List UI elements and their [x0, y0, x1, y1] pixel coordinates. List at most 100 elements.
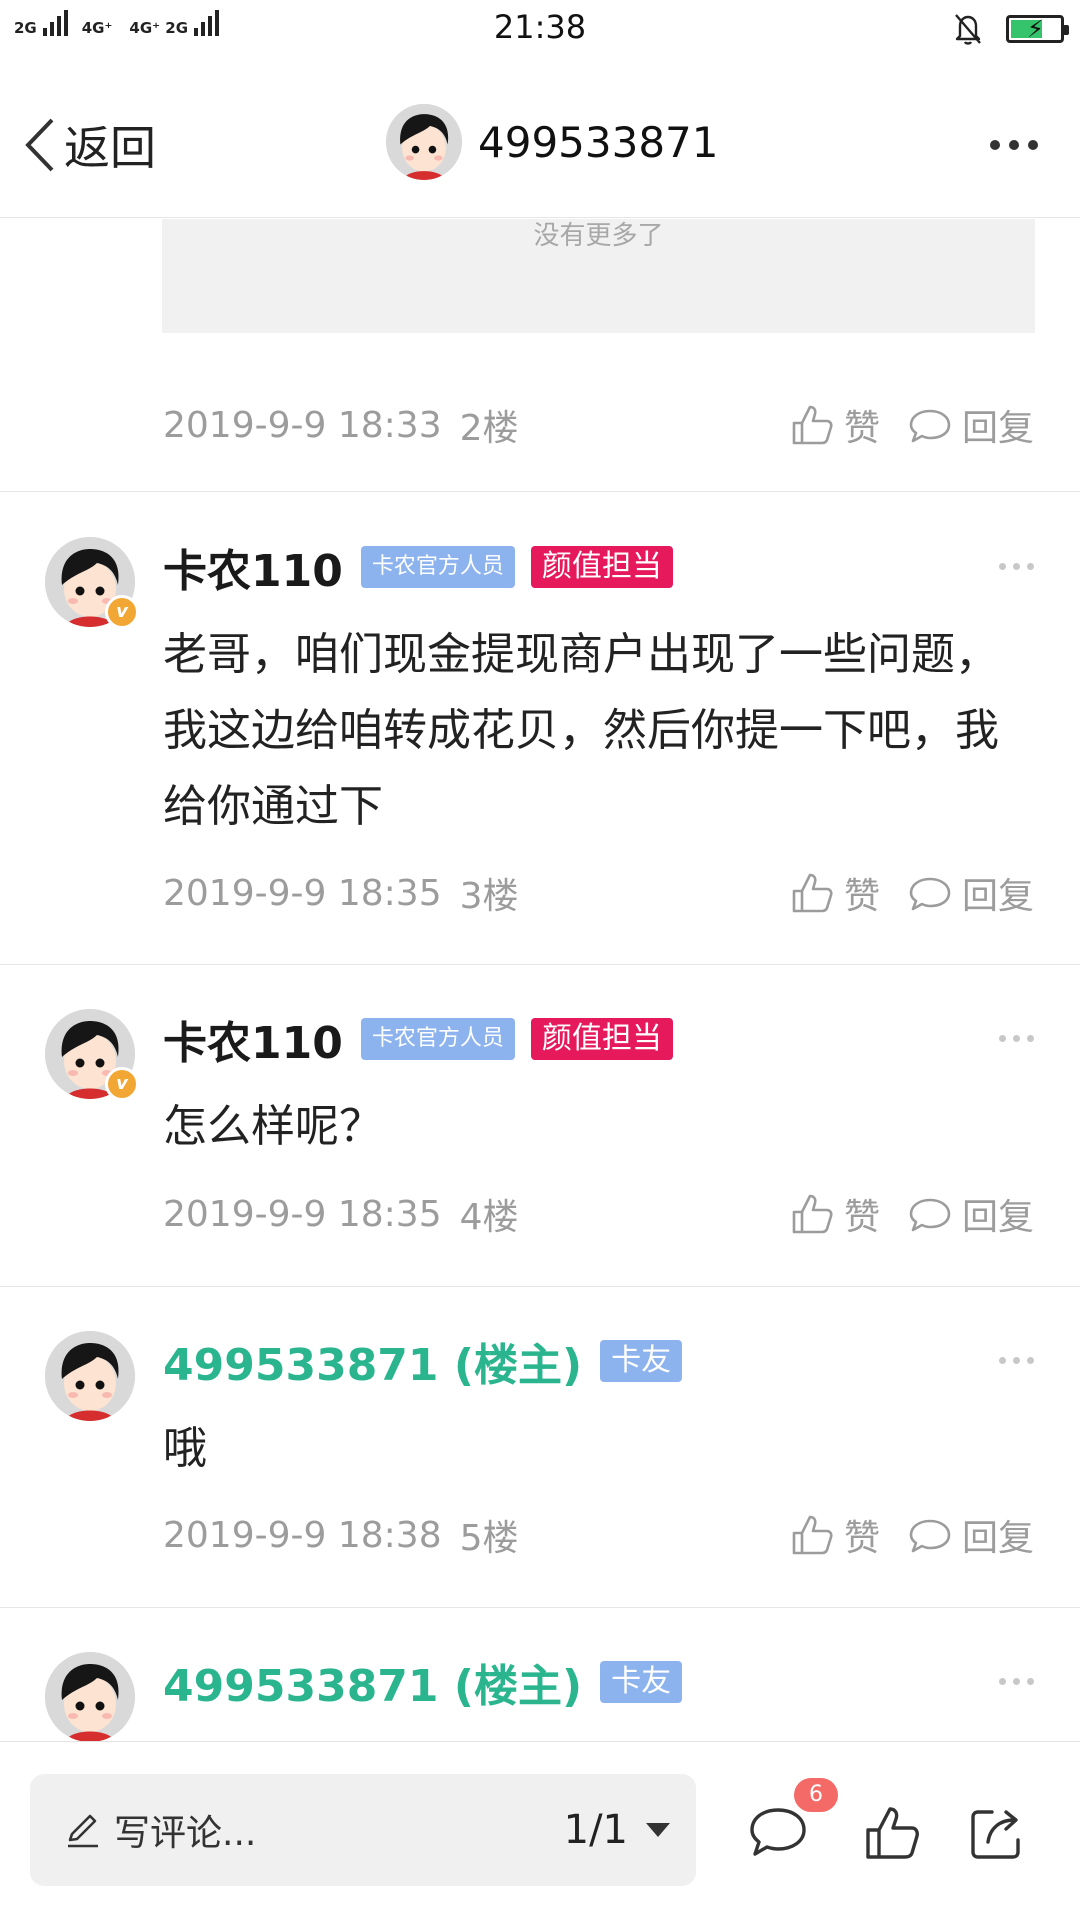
- comment-bubble-icon: [909, 409, 951, 443]
- post-date: 2019-9-9 18:35: [163, 872, 442, 914]
- like-label: 赞: [843, 1197, 880, 1238]
- title-tag: 颜值担当: [530, 546, 673, 588]
- author-name[interactable]: 卡农110: [163, 1007, 343, 1071]
- comment-bubble-icon: [750, 1808, 806, 1856]
- bell-muted-icon: [955, 14, 981, 45]
- like-button[interactable]: 赞: [790, 1188, 880, 1240]
- like-button[interactable]: 赞: [790, 867, 880, 919]
- more-icon[interactable]: [999, 1678, 1034, 1685]
- quoted-reply-box: 没有更多了: [162, 219, 1035, 333]
- thumbs-up-icon: [792, 405, 833, 445]
- role-tag: 卡农官方人员: [360, 546, 515, 588]
- more-icon[interactable]: [999, 1357, 1034, 1364]
- thread-author[interactable]: 499533871: [386, 104, 719, 180]
- like-label: 赞: [843, 876, 880, 917]
- post-floor: 2楼: [459, 408, 519, 449]
- role-tag: 卡农官方人员: [360, 1018, 515, 1060]
- post-date: 2019-9-9 18:38: [163, 1514, 442, 1556]
- share-icon: [971, 1810, 1020, 1859]
- post-date: 2019-9-9 18:35: [163, 1193, 442, 1235]
- author-name[interactable]: 499533871 (楼主): [163, 1650, 582, 1714]
- post-header: 卡农110 卡农官方人员 颜值担当: [163, 537, 673, 597]
- comment-bubble-icon: [909, 1198, 951, 1232]
- avatar[interactable]: v: [45, 1009, 139, 1101]
- reply-label: 回复: [961, 876, 1034, 917]
- post-actions: 赞 回复: [790, 1509, 1034, 1561]
- back-button[interactable]: 返回: [22, 112, 156, 178]
- title-tag: 颜值担当: [530, 1018, 673, 1060]
- post-meta-floor-3: 2019-9-9 18:35 3楼 赞 回复: [163, 863, 1034, 923]
- thumbs-up-icon: [792, 1194, 833, 1234]
- post-body: 哦: [163, 1423, 207, 1474]
- post-header: 499533871 (楼主) 卡友: [163, 1650, 683, 1714]
- role-tag: 卡友: [600, 1661, 683, 1703]
- like-label: 赞: [843, 408, 880, 449]
- comment-placeholder: 写评论...: [114, 1813, 257, 1854]
- status-time: 21:38: [493, 8, 587, 46]
- post-actions: 赞 回复: [790, 1188, 1034, 1240]
- role-tag: 卡友: [600, 1340, 683, 1382]
- comment-input[interactable]: 写评论... 1/1: [30, 1774, 696, 1886]
- pencil-icon: [68, 1814, 98, 1848]
- divider: [0, 1286, 1080, 1287]
- reply-button[interactable]: 回复: [908, 867, 1034, 919]
- like-button[interactable]: 赞: [790, 1509, 880, 1561]
- comment-bubble-icon: [909, 1519, 951, 1553]
- page-title: 499533871: [478, 117, 719, 167]
- thread-content: 没有更多了 2019-9-9 18:33 2楼 赞 回复 v 卡农110 卡农官…: [0, 219, 1080, 1741]
- author-name[interactable]: 499533871 (楼主): [163, 1329, 582, 1393]
- post-body: 怎么样呢？: [163, 1101, 383, 1152]
- divider: [0, 964, 1080, 965]
- post-meta-floor-2: 2019-9-9 18:33 2楼 赞 回复: [163, 395, 1034, 455]
- share-button[interactable]: [968, 1804, 1026, 1866]
- avatar[interactable]: [45, 1331, 135, 1421]
- more-icon[interactable]: [999, 1035, 1034, 1042]
- more-icon[interactable]: [999, 563, 1034, 570]
- divider: [0, 1607, 1080, 1608]
- reply-label: 回复: [961, 408, 1034, 449]
- reply-label: 回复: [961, 1197, 1034, 1238]
- post-header: 499533871 (楼主) 卡友: [163, 1329, 683, 1393]
- battery-charging-icon: ⚡: [1006, 15, 1069, 43]
- back-label: 返回: [64, 121, 156, 175]
- comment-bubble-icon: [909, 877, 951, 911]
- post-actions: 赞 回复: [790, 867, 1034, 919]
- status-right-icons: ⚡: [952, 12, 1069, 46]
- like-thread-button[interactable]: [863, 1804, 921, 1866]
- post-actions: 赞 回复: [790, 399, 1034, 451]
- comment-count-badge: 6: [794, 1778, 838, 1812]
- divider: [0, 491, 1080, 492]
- like-button[interactable]: 赞: [790, 399, 880, 451]
- reply-label: 回复: [961, 1518, 1034, 1559]
- thumbs-up-icon: [792, 1515, 833, 1555]
- back-chevron-icon: [25, 118, 54, 172]
- avatar-face-icon: [45, 1331, 135, 1421]
- avatar[interactable]: [386, 104, 462, 180]
- reply-button[interactable]: 回复: [908, 1509, 1034, 1561]
- post-meta-floor-4: 2019-9-9 18:35 4楼 赞 回复: [163, 1184, 1034, 1244]
- page-indicator[interactable]: 1/1: [564, 1807, 628, 1853]
- avatar-face-icon: [386, 104, 462, 180]
- verified-v-icon: v: [105, 1067, 139, 1101]
- reply-button[interactable]: 回复: [908, 1188, 1034, 1240]
- like-label: 赞: [843, 1518, 880, 1559]
- author-name[interactable]: 卡农110: [163, 535, 343, 599]
- post-floor: 5楼: [459, 1518, 519, 1559]
- post-date: 2019-9-9 18:33: [163, 404, 442, 446]
- post-meta-floor-5: 2019-9-9 18:38 5楼 赞 回复: [163, 1505, 1034, 1565]
- avatar[interactable]: [45, 1652, 135, 1741]
- post-floor: 4楼: [459, 1197, 519, 1238]
- dropdown-caret-icon[interactable]: [646, 1823, 670, 1837]
- avatar[interactable]: v: [45, 537, 139, 629]
- comments-button[interactable]: 6: [748, 1778, 838, 1864]
- thumbs-up-icon: [866, 1807, 919, 1859]
- verified-v-icon: v: [105, 595, 139, 629]
- post-body: 老哥，咱们现金提现商户出现了一些问题，我这边给咱转成花贝，然后你提一下吧，我给你…: [163, 629, 999, 832]
- thumbs-up-icon: [792, 873, 833, 913]
- status-bar: 2G 4G⁺ 4G⁺ 2G 21:38 ⚡: [0, 0, 1080, 60]
- no-more-text: 没有更多了: [533, 221, 664, 251]
- bottom-action-bar: 写评论... 1/1 6: [0, 1741, 1080, 1920]
- reply-button[interactable]: 回复: [908, 399, 1034, 451]
- avatar-face-icon: [45, 1652, 135, 1741]
- more-icon[interactable]: [990, 140, 1038, 150]
